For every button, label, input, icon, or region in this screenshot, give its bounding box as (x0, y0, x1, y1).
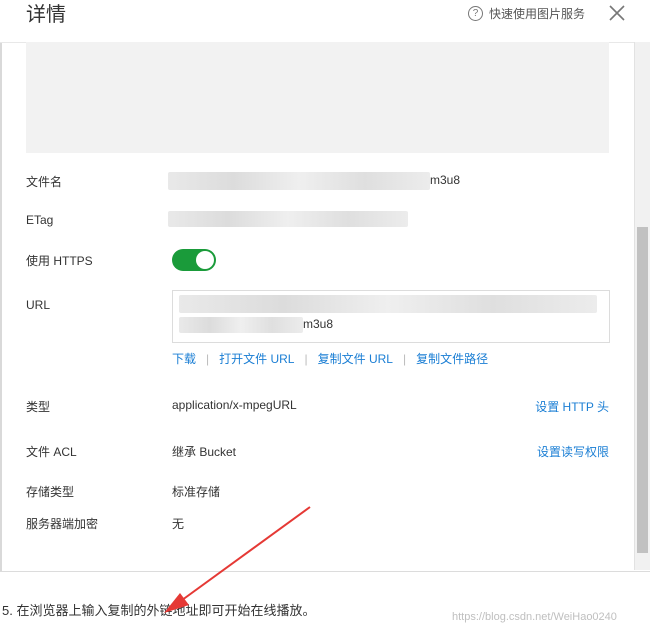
encryption-value: 无 (172, 517, 185, 531)
close-button[interactable] (606, 2, 628, 24)
storage-class-value: 标准存储 (172, 485, 221, 499)
separator: | (206, 351, 210, 366)
open-file-url-link[interactable]: 打开文件 URL (219, 350, 294, 367)
acl-value: 继承 Bucket (172, 445, 237, 459)
https-label: 使用 HTTPS (26, 254, 93, 268)
copy-file-path-link[interactable]: 复制文件路径 (416, 350, 488, 367)
separator: | (402, 351, 407, 366)
type-value: application/x-mpegURL (172, 398, 297, 412)
file-preview-area (26, 42, 609, 153)
set-acl-link[interactable]: 设置读写权限 (537, 443, 609, 460)
url-label: URL (26, 298, 51, 312)
url-suffix: m3u8 (303, 317, 334, 331)
scrollbar-thumb[interactable] (637, 227, 648, 553)
filename-suffix: m3u8 (430, 173, 461, 187)
url-redacted-line-2 (179, 317, 303, 333)
separator: | (304, 351, 308, 366)
close-icon (609, 5, 625, 21)
set-http-header-link[interactable]: 设置 HTTP 头 (535, 398, 609, 415)
copy-file-url-link[interactable]: 复制文件 URL (318, 350, 393, 367)
url-redacted-line-1 (179, 295, 597, 313)
quick-start-link[interactable]: ? 快速使用图片服务 (468, 4, 585, 22)
dialog-header: 详情 ? 快速使用图片服务 (0, 0, 650, 43)
filename-redacted (168, 172, 430, 190)
quick-start-label: 快速使用图片服务 (489, 6, 586, 21)
acl-label: 文件 ACL (26, 445, 77, 459)
dialog-left-border (0, 0, 2, 571)
etag-redacted (168, 211, 408, 227)
vertical-scrollbar[interactable] (634, 42, 650, 570)
url-actions: 下载 | 打开文件 URL | 复制文件 URL | 复制文件路径 (172, 350, 488, 367)
download-link[interactable]: 下载 (172, 350, 196, 367)
type-label: 类型 (26, 400, 51, 414)
help-icon: ? (468, 5, 483, 21)
https-toggle[interactable] (172, 249, 216, 271)
dialog-title: 详情 (26, 4, 66, 26)
filename-label: 文件名 (26, 175, 63, 189)
details-dialog: 详情 ? 快速使用图片服务 文件名 m3u8 ETag 使用 HTTPS URL… (0, 0, 650, 572)
etag-label: ETag (26, 213, 54, 227)
encryption-label: 服务器端加密 (26, 517, 99, 531)
storage-class-label: 存储类型 (26, 485, 75, 499)
watermark: https://blog.csdn.net/WeiHao0240 (452, 611, 617, 623)
url-field[interactable]: m3u8 (172, 290, 610, 343)
toggle-knob (196, 251, 214, 269)
step-caption: 5. 在浏览器上输入复制的外链地址即可开始在线播放。 (2, 603, 316, 618)
